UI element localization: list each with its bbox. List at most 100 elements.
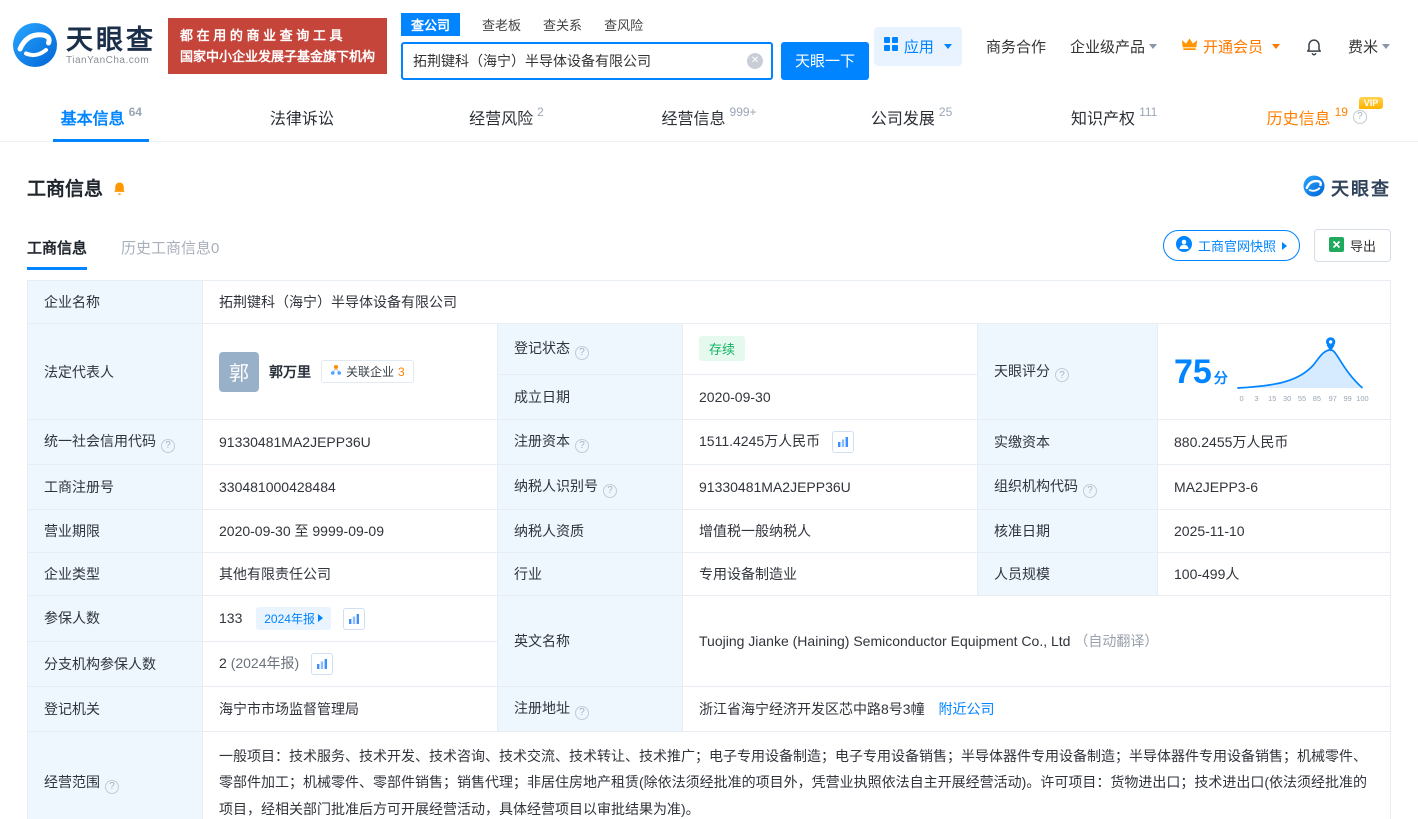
tab-history-info[interactable]: 历史信息 19 VIP: [1215, 92, 1418, 141]
nav-user-menu[interactable]: 费米: [1348, 36, 1390, 57]
related-companies-count: 3: [398, 364, 405, 379]
help-icon[interactable]: [105, 779, 119, 794]
nav-business-cooperation[interactable]: 商务合作: [986, 36, 1046, 57]
table-row: 登记机关 海宁市市场监督管理局 注册地址 浙江省海宁经济开发区芯中路8号3幢 附…: [27, 686, 1391, 732]
tab-company-development[interactable]: 公司发展 25: [810, 92, 1013, 141]
tab-label: 历史信息: [1266, 110, 1331, 128]
score-value: 75 分: [1174, 355, 1228, 389]
help-icon[interactable]: [603, 483, 617, 498]
tianyancha-logo[interactable]: 天眼查 TianYanCha.com: [12, 22, 156, 71]
nav-enterprise-label: 企业级产品: [1069, 38, 1145, 56]
company-type-label: 企业类型: [27, 551, 203, 596]
establish-date-value: 2020-09-30: [682, 373, 978, 421]
establish-date-label: 成立日期: [497, 373, 683, 421]
export-button[interactable]: 导出: [1313, 229, 1391, 262]
branch-insured-value: 2 (2024年报): [202, 641, 498, 688]
company-name-value: 拓荆键科（海宁）半导体设备有限公司: [202, 280, 1391, 324]
nav-enterprise-products[interactable]: 企业级产品: [1070, 36, 1157, 57]
search-tab-company[interactable]: 查公司: [401, 12, 461, 36]
tab-label: 知识产权: [1071, 110, 1136, 128]
search-tab-relation[interactable]: 查关系: [543, 15, 582, 34]
help-icon[interactable]: [1055, 368, 1069, 383]
apps-label: 应用: [903, 38, 934, 56]
table-row: 工商注册号 330481000428484 纳税人识别号 91330481MA2…: [27, 464, 1391, 510]
top-nav: 应用 商务合作 企业级产品 开通会员 费米: [873, 26, 1418, 66]
tab-legal-litigation[interactable]: 法律诉讼: [203, 92, 406, 141]
paid-capital-label: 实缴资本: [977, 418, 1158, 466]
help-icon[interactable]: [575, 438, 589, 453]
tab-basic-info[interactable]: 基本信息 64: [0, 92, 203, 141]
taxpayer-id-value: 91330481MA2JEPP36U: [682, 464, 978, 510]
tab-label: 公司发展: [870, 110, 935, 128]
search-tab-boss[interactable]: 查老板: [482, 15, 521, 34]
status-badge: 存续: [699, 336, 746, 362]
notification-bell-icon[interactable]: [1304, 36, 1324, 56]
branch-report-note: (2024年报): [230, 655, 300, 672]
apps-grid-icon: [883, 37, 898, 55]
help-icon[interactable]: [575, 705, 589, 720]
reg-number-label: 工商注册号: [27, 464, 203, 510]
nearby-companies-link[interactable]: 附近公司: [938, 701, 994, 717]
brand-domain: TianYanCha.com: [66, 55, 150, 67]
axis-tick: 97: [1329, 394, 1337, 403]
clear-search-icon[interactable]: [747, 52, 764, 69]
search-tab-risk[interactable]: 查风险: [604, 15, 643, 34]
auto-translate-note: （自动翻译）: [1074, 633, 1159, 650]
table-row: 企业类型 其他有限责任公司 行业 专用设备制造业 人员规模 100-499人: [27, 551, 1391, 596]
search-tabs: 查公司 查老板 查关系 查风险: [401, 12, 869, 36]
related-companies-chip[interactable]: 关联企业 3: [321, 360, 414, 383]
person-badge-icon: [1175, 236, 1192, 255]
insured-count-text: 133: [219, 609, 243, 626]
tianyancha-watermark-text: 天眼查: [1331, 178, 1391, 199]
nav-open-vip[interactable]: 开通会员: [1181, 36, 1280, 57]
score-curve-chart: 0 3 15 30 55 85 97 99 100: [1230, 335, 1374, 408]
axis-tick: 100: [1356, 394, 1368, 403]
table-row: 营业期限 2020-09-30 至 9999-09-09 纳税人资质 增值税一般…: [27, 508, 1391, 553]
tianyancha-watermark-icon: [1303, 175, 1325, 200]
legal-rep-cell: 郭 郭万里 关联企业 3: [202, 323, 498, 420]
subtab-history-business-info[interactable]: 历史工商信息0: [121, 237, 219, 270]
taxpayer-quality-value: 增值税一般纳税人: [682, 508, 978, 553]
reg-address-value: 浙江省海宁经济开发区芯中路8号3幢 附近公司: [682, 686, 1391, 732]
search-button[interactable]: 天眼一下: [781, 41, 870, 80]
legal-rep-label: 法定代表人: [27, 323, 203, 420]
legal-rep-name[interactable]: 郭万里: [269, 362, 311, 382]
table-row: 经营范围 一般项目：技术服务、技术开发、技术咨询、技术交流、技术转让、技术推广；…: [27, 730, 1391, 819]
official-snapshot-button[interactable]: 工商官网快照: [1162, 230, 1300, 261]
subtab-business-info[interactable]: 工商信息: [27, 237, 88, 270]
score-number: 75: [1174, 352, 1212, 391]
company-section-tabs: 基本信息 64 法律诉讼 经营风险 2 经营信息 999+ 公司发展 25 知识…: [0, 92, 1418, 142]
tab-label: 经营风险: [469, 110, 534, 128]
branch-trend-icon[interactable]: [311, 653, 334, 676]
crown-icon: [1181, 37, 1198, 55]
legal-rep-avatar[interactable]: 郭: [219, 351, 259, 392]
business-scope-label: 经营范围: [27, 730, 203, 819]
chevron-down-icon: [1382, 43, 1390, 49]
help-icon[interactable]: [1352, 109, 1367, 124]
chevron-down-icon: [1148, 43, 1157, 49]
search-input[interactable]: [401, 41, 774, 80]
search-area: 查公司 查老板 查关系 查风险 天眼一下: [401, 12, 870, 80]
capital-trend-icon[interactable]: [832, 431, 855, 454]
apps-menu[interactable]: 应用: [873, 26, 962, 66]
annual-report-label: 2024年报: [264, 611, 315, 626]
tab-intellectual-property[interactable]: 知识产权 111: [1013, 92, 1216, 141]
org-code-value: MA2JEPP3-6: [1157, 464, 1391, 510]
tab-operation-info[interactable]: 经营信息 999+: [608, 92, 811, 141]
axis-tick: 3: [1254, 394, 1258, 403]
insured-trend-icon[interactable]: [342, 608, 365, 631]
approval-date-value: 2025-11-10: [1157, 508, 1391, 553]
help-icon[interactable]: [575, 345, 589, 360]
reg-address-text: 浙江省海宁经济开发区芯中路8号3幢: [699, 701, 925, 718]
annual-report-chip[interactable]: 2024年报: [256, 606, 331, 630]
tianyancha-logo-icon: [12, 22, 58, 71]
business-term-label: 营业期限: [27, 508, 203, 553]
tab-operation-risk[interactable]: 经营风险 2: [405, 92, 608, 141]
help-icon[interactable]: [1083, 483, 1097, 498]
reg-status-value: 存续: [682, 323, 978, 375]
axis-tick: 0: [1239, 394, 1243, 403]
help-icon[interactable]: [161, 438, 175, 453]
branch-insured-text: 2: [219, 655, 227, 672]
slogan-line-2: 国家中小企业发展子基金旗下机构: [180, 49, 376, 64]
subscribe-bell-icon[interactable]: [111, 179, 128, 196]
